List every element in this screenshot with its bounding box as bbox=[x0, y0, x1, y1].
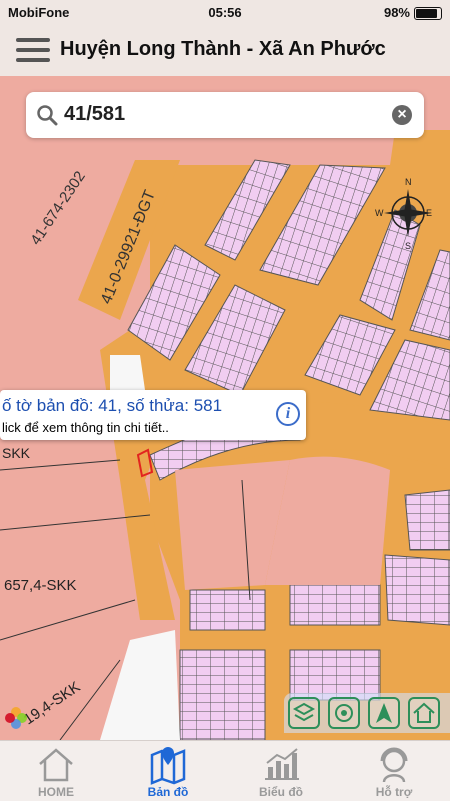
status-bar: MobiFone 05:56 98% bbox=[0, 0, 450, 26]
callout-subtitle: lick để xem thông tin chi tiết.. bbox=[2, 420, 169, 435]
clear-icon[interactable]: × bbox=[392, 105, 412, 125]
search-icon bbox=[37, 105, 58, 126]
support-icon bbox=[380, 747, 408, 783]
parcel-label: SKK bbox=[2, 445, 31, 461]
layers-icon bbox=[292, 702, 316, 722]
map-toolbar bbox=[284, 693, 450, 733]
tab-label: Bản đồ bbox=[147, 785, 189, 799]
hamburger-menu-icon[interactable] bbox=[16, 38, 50, 62]
tab-home[interactable]: HOME bbox=[0, 741, 112, 801]
info-icon[interactable]: i bbox=[276, 402, 300, 426]
map-icon bbox=[150, 747, 186, 785]
battery-percent: 98% bbox=[383, 5, 410, 20]
chart-icon bbox=[265, 748, 299, 780]
battery-icon bbox=[414, 7, 442, 20]
app-bar: Huyện Long Thành - Xã An Phước bbox=[0, 26, 450, 76]
tab-label: Hỗ trợ bbox=[375, 785, 413, 799]
locate-button[interactable] bbox=[328, 697, 360, 729]
tab-label: HOME bbox=[38, 785, 74, 799]
navigate-button[interactable] bbox=[368, 697, 400, 729]
home-icon bbox=[39, 748, 73, 782]
parcel-label: 657,4-SKK bbox=[4, 577, 77, 594]
house-icon bbox=[413, 702, 435, 723]
search-bar[interactable]: 41/581 × bbox=[26, 92, 424, 138]
navigate-icon bbox=[376, 703, 392, 723]
compass-w: W bbox=[375, 208, 384, 218]
blank-parcel bbox=[110, 355, 145, 390]
tab-chart[interactable]: Biểu đồ bbox=[225, 741, 337, 801]
tab-label: Biểu đồ bbox=[259, 785, 303, 799]
tab-map[interactable]: Bản đồ bbox=[112, 741, 224, 801]
photos-icon[interactable] bbox=[4, 706, 28, 730]
compass-s: S bbox=[405, 241, 411, 251]
parcel-callout[interactable]: ố tờ bản đồ: 41, số thửa: 581 lick để xe… bbox=[0, 390, 306, 440]
layers-button[interactable] bbox=[288, 697, 320, 729]
page-title: Huyện Long Thành - Xã An Phước bbox=[60, 38, 386, 60]
tab-bar: HOME Bản đồ Biểu đồ Hỗ trợ bbox=[0, 740, 450, 801]
search-input[interactable]: 41/581 bbox=[64, 103, 125, 126]
clock: 05:56 bbox=[208, 5, 242, 20]
home-map-button[interactable] bbox=[408, 697, 440, 729]
locate-icon bbox=[335, 704, 353, 722]
compass-n: N bbox=[405, 177, 412, 187]
tab-support[interactable]: Hỗ trợ bbox=[338, 741, 450, 801]
callout-title: ố tờ bản đồ: 41, số thửa: 581 bbox=[2, 396, 223, 415]
compass-e: E bbox=[426, 208, 432, 218]
